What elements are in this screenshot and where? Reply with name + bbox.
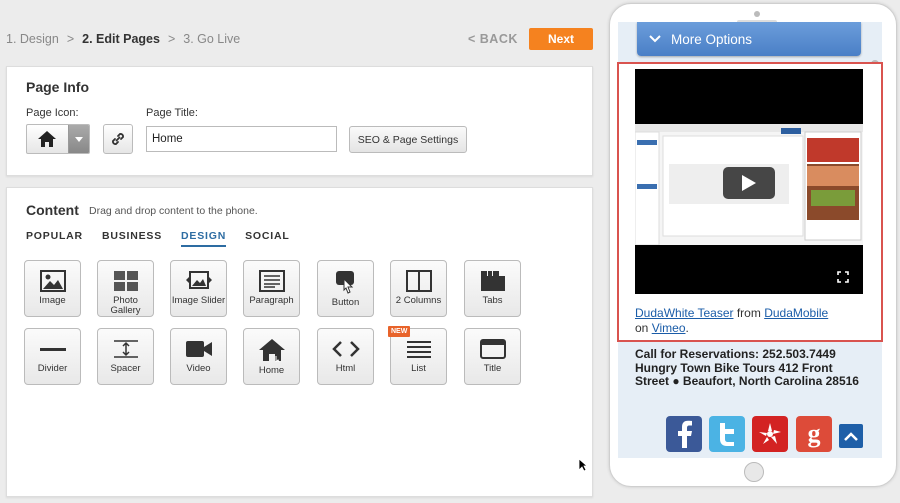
page-title-label: Page Title: (146, 107, 198, 119)
twitter-icon[interactable] (709, 416, 745, 452)
home-icon (27, 125, 68, 153)
video-widget-selected[interactable]: DudaWhite Teaser from DudaMobile on Vime… (617, 62, 883, 342)
video-author-link[interactable]: DudaMobile (764, 306, 828, 320)
reservation-text: Call for Reservations: 252.503.7449 Hung… (635, 347, 859, 388)
widget-label: List (411, 363, 426, 374)
content-subtitle: Drag and drop content to the phone. (89, 205, 258, 217)
title-icon (479, 339, 506, 359)
content-title: Content (26, 202, 79, 218)
widget-button[interactable]: Button (317, 260, 374, 317)
phone-home-button (744, 462, 764, 482)
widget-paragraph[interactable]: Paragraph (243, 260, 300, 317)
widget-label: Video (186, 363, 211, 374)
widget-label: Image (39, 295, 66, 306)
fullscreen-icon[interactable] (837, 271, 849, 283)
tab-business[interactable]: BUSINESS (102, 230, 162, 247)
seo-settings-button[interactable]: SEO & Page Settings (349, 126, 467, 153)
widget-label: Tabs (482, 295, 503, 306)
widget-label: Spacer (110, 363, 141, 374)
photo-gallery-icon (113, 271, 138, 291)
widget-photo-gallery[interactable]: Photo Gallery (97, 260, 154, 317)
widget-label: Home (258, 365, 285, 376)
more-options-button[interactable]: More Options (637, 22, 861, 56)
google-icon[interactable]: g (796, 416, 832, 452)
tab-popular[interactable]: POPULAR (26, 230, 83, 247)
next-button[interactable]: Next (529, 28, 593, 50)
wizard-steps: 1. Design > 2. Edit Pages > 3. Go Live (6, 32, 240, 46)
caption-from: from (736, 306, 761, 320)
tab-social[interactable]: SOCIAL (245, 230, 289, 247)
widget-tabs[interactable]: Tabs (464, 260, 521, 317)
content-tabs: POPULAR BUSINESS DESIGN SOCIAL (26, 230, 309, 247)
widget-image-slider[interactable]: Image Slider (170, 260, 227, 317)
widget-list[interactable]: NEW List (388, 326, 447, 385)
button-hand-icon (335, 271, 354, 294)
step-design[interactable]: 1. Design (6, 32, 59, 46)
video-title-link[interactable]: DudaWhite Teaser (635, 306, 734, 320)
chevron-up-icon (844, 431, 858, 441)
widget-label: Image Slider (171, 295, 226, 306)
play-icon (742, 175, 756, 191)
page-title-input[interactable] (146, 126, 337, 152)
widget-label: Button (331, 297, 360, 308)
video-camera-icon (185, 341, 212, 357)
widget-video[interactable]: Video (170, 328, 227, 385)
page-info-panel: Page Info Page Icon: Page Title: SEO & P… (6, 66, 593, 176)
chevron-down-icon (649, 35, 661, 43)
scroll-to-top-button[interactable] (839, 424, 863, 448)
widget-label: Paragraph (249, 295, 294, 306)
caption-on: on (635, 321, 649, 335)
list-icon (406, 341, 431, 358)
spacer-icon (113, 340, 138, 358)
play-button[interactable] (723, 167, 775, 199)
image-slider-icon (185, 271, 212, 289)
widget-image[interactable]: Image (24, 260, 81, 317)
widget-label: 2 Columns (395, 295, 442, 306)
more-options-label: More Options (671, 31, 753, 47)
video-caption: DudaWhite Teaser from DudaMobile on Vime… (635, 306, 865, 336)
widget-label: Html (335, 363, 356, 374)
two-columns-icon (405, 270, 432, 292)
chevron-down-icon[interactable] (67, 125, 89, 153)
widget-home[interactable]: Home (243, 328, 300, 385)
divider-icon (39, 348, 66, 351)
widget-label: Title (483, 363, 502, 374)
caption-end: . (685, 321, 689, 335)
tabs-icon (480, 271, 505, 291)
back-link[interactable]: < BACK (468, 32, 518, 46)
page-icon-label: Page Icon: (26, 107, 79, 119)
facebook-icon[interactable] (666, 416, 702, 452)
phone-camera (754, 11, 760, 17)
mouse-cursor-icon (578, 458, 588, 472)
widget-label: Divider (37, 363, 68, 374)
vimeo-link[interactable]: Vimeo (652, 321, 686, 335)
paragraph-icon (258, 270, 285, 292)
yelp-icon[interactable] (752, 416, 788, 452)
widget-spacer[interactable]: Spacer (97, 328, 154, 385)
page-icon-select[interactable] (26, 124, 90, 154)
link-icon (112, 133, 124, 145)
page-info-title: Page Info (26, 79, 90, 95)
step-separator: > (167, 32, 176, 46)
widget-label: Photo Gallery (110, 295, 141, 316)
widget-title[interactable]: Title (464, 328, 521, 385)
step-go-live[interactable]: 3. Go Live (183, 32, 240, 46)
step-edit-pages: 2. Edit Pages (82, 32, 160, 46)
tab-design[interactable]: DESIGN (181, 230, 227, 247)
widget-two-columns[interactable]: 2 Columns (390, 260, 447, 317)
code-icon (331, 341, 360, 357)
widget-divider[interactable]: Divider (24, 328, 81, 385)
video-player[interactable] (635, 69, 863, 294)
step-separator: > (66, 32, 75, 46)
image-icon (39, 270, 66, 292)
new-badge: NEW (388, 326, 411, 337)
widget-html[interactable]: Html (317, 328, 374, 385)
home-icon (258, 339, 285, 362)
link-button[interactable] (103, 124, 133, 154)
content-panel: Content Drag and drop content to the pho… (6, 187, 593, 497)
